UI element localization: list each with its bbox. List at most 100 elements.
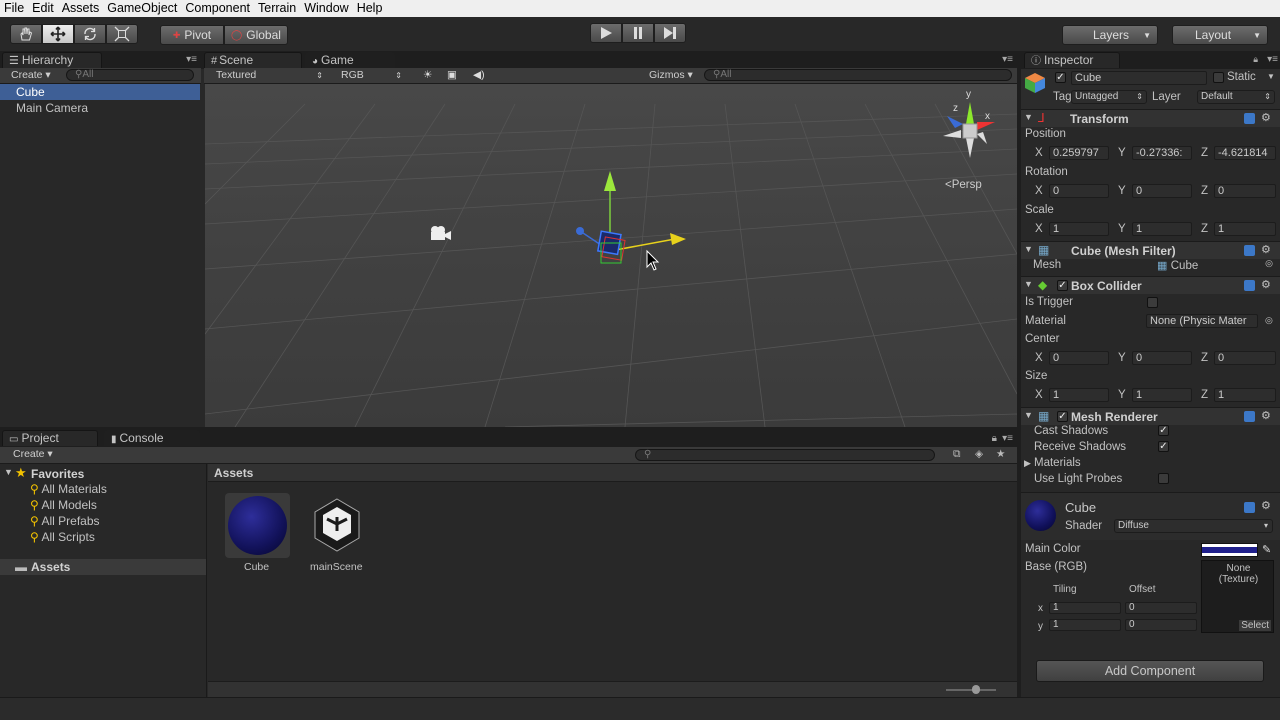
box-collider-header[interactable]: ▼ ◆ ✓ Box Collider ⚙ bbox=[1021, 276, 1280, 294]
list-item[interactable]: ⚲ All Scripts bbox=[30, 530, 95, 544]
scale-x-field[interactable]: 1 bbox=[1049, 222, 1109, 236]
move-tool-button[interactable] bbox=[42, 24, 74, 44]
menu-edit[interactable]: Edit bbox=[28, 0, 58, 17]
rotation-z-field[interactable]: 0 bbox=[1214, 184, 1276, 198]
gear-icon[interactable]: ⚙ bbox=[1261, 243, 1271, 256]
mesh-renderer-header[interactable]: ▼ ▦ ✓ Mesh Renderer ⚙ bbox=[1021, 407, 1280, 425]
audio-toggle-icon[interactable]: ◀) bbox=[470, 69, 485, 82]
rotation-x-field[interactable]: 0 bbox=[1049, 184, 1109, 198]
zoom-slider-track[interactable] bbox=[946, 689, 996, 691]
expand-arrow-icon[interactable]: ▼ bbox=[4, 467, 13, 477]
hierarchy-search-input[interactable]: ⚲All bbox=[66, 69, 194, 81]
eyedropper-icon[interactable]: ✎ bbox=[1262, 543, 1271, 556]
help-icon[interactable] bbox=[1244, 245, 1255, 256]
panel-menu-icon[interactable]: ▾≡ bbox=[1267, 54, 1278, 65]
filter-label-icon[interactable]: ◈ bbox=[972, 448, 983, 461]
scale-z-field[interactable]: 1 bbox=[1214, 222, 1276, 236]
center-x-field[interactable]: 0 bbox=[1049, 351, 1109, 365]
tab-console[interactable]: ▮ Console bbox=[104, 430, 200, 446]
tab-hierarchy[interactable]: ☰ Hierarchy bbox=[2, 52, 102, 68]
menu-component[interactable]: Component bbox=[181, 0, 254, 17]
cast-shadows-checkbox[interactable]: ✓ bbox=[1158, 425, 1169, 436]
tab-scene[interactable]: # Scene bbox=[204, 52, 302, 68]
tiling-y-field[interactable]: 1 bbox=[1049, 619, 1121, 631]
menu-terrain[interactable]: Terrain bbox=[254, 0, 300, 17]
add-component-button[interactable]: Add Component bbox=[1036, 660, 1264, 682]
center-z-field[interactable]: 0 bbox=[1214, 351, 1276, 365]
asset-mainscene-thumbnail[interactable] bbox=[306, 495, 368, 555]
menu-file[interactable]: File bbox=[0, 0, 28, 17]
layers-dropdown[interactable]: Layers ▼ bbox=[1062, 25, 1158, 45]
panel-menu-icon[interactable]: ▾≡ bbox=[186, 54, 197, 65]
collapse-arrow-icon[interactable]: ▼ bbox=[1024, 279, 1033, 289]
tiling-x-field[interactable]: 1 bbox=[1049, 602, 1121, 614]
transform-header[interactable]: ▼ ⅃ Transform ⚙ bbox=[1021, 109, 1280, 127]
collapse-arrow-icon[interactable]: ▼ bbox=[1024, 112, 1033, 122]
image-toggle-icon[interactable]: ▣ bbox=[444, 69, 457, 82]
menu-assets[interactable]: Assets bbox=[58, 0, 104, 17]
orientation-gizmo[interactable]: y x z bbox=[933, 89, 997, 162]
mesh-object-field[interactable]: ▦ Cube ◎ bbox=[1157, 258, 1277, 272]
static-checkbox[interactable] bbox=[1213, 72, 1224, 83]
help-icon[interactable] bbox=[1244, 113, 1255, 124]
box-collider-enabled-checkbox[interactable]: ✓ bbox=[1057, 280, 1068, 291]
color-mode-dropdown[interactable]: RGB ⇕ bbox=[338, 69, 406, 82]
position-z-field[interactable]: -4.621814 bbox=[1214, 146, 1276, 160]
list-item[interactable]: Main Camera bbox=[0, 100, 200, 116]
shader-dropdown[interactable]: Diffuse ▾ bbox=[1114, 519, 1273, 533]
scale-y-field[interactable]: 1 bbox=[1132, 222, 1192, 236]
pivot-toggle[interactable]: ✚ Pivot bbox=[160, 25, 224, 45]
tab-inspector[interactable]: ⓘ Inspector bbox=[1024, 52, 1120, 68]
chevron-down-icon[interactable]: ▼ bbox=[1267, 72, 1275, 81]
light-probes-checkbox[interactable] bbox=[1158, 473, 1169, 484]
list-item[interactable]: Cube bbox=[0, 84, 200, 100]
hierarchy-create-dropdown[interactable]: Create ▾ bbox=[8, 69, 51, 82]
texture-slot[interactable]: None (Texture) Select bbox=[1201, 560, 1274, 633]
render-mode-dropdown[interactable]: Textured ⇕ bbox=[213, 69, 327, 82]
step-button[interactable] bbox=[654, 23, 686, 43]
collapse-arrow-icon[interactable]: ▼ bbox=[1024, 410, 1033, 420]
object-name-field[interactable]: Cube bbox=[1071, 71, 1207, 85]
tag-dropdown[interactable]: Untagged ⇕ bbox=[1071, 90, 1147, 104]
active-checkbox[interactable]: ✓ bbox=[1055, 72, 1066, 83]
gear-icon[interactable]: ⚙ bbox=[1261, 409, 1271, 422]
scene-search-input[interactable]: ⚲All bbox=[704, 69, 1012, 81]
size-z-field[interactable]: 1 bbox=[1214, 388, 1276, 402]
rotation-y-field[interactable]: 0 bbox=[1132, 184, 1192, 198]
hand-tool-button[interactable] bbox=[10, 24, 42, 44]
menu-gameobject[interactable]: GameObject bbox=[103, 0, 181, 17]
asset-cube-thumbnail[interactable] bbox=[225, 493, 290, 558]
star-icon[interactable]: ★ bbox=[993, 448, 1005, 461]
expand-arrow-icon[interactable]: ▶ bbox=[1024, 458, 1031, 469]
menu-window[interactable]: Window bbox=[300, 0, 352, 17]
receive-shadows-checkbox[interactable]: ✓ bbox=[1158, 441, 1169, 452]
physic-material-field[interactable]: None (Physic Mater bbox=[1146, 314, 1258, 328]
asset-mainscene-label[interactable]: mainScene bbox=[310, 561, 363, 573]
persp-label[interactable]: <Persp bbox=[945, 179, 982, 191]
asset-cube-label[interactable]: Cube bbox=[244, 561, 269, 573]
materials-label[interactable]: Materials bbox=[1034, 457, 1081, 469]
move-gizmo[interactable] bbox=[576, 171, 686, 264]
favorites-label[interactable]: Favorites bbox=[31, 467, 84, 481]
panel-menu-icon[interactable]: ▾≡ bbox=[1002, 54, 1013, 65]
scale-tool-button[interactable] bbox=[106, 24, 138, 44]
help-icon[interactable] bbox=[1244, 502, 1255, 513]
size-y-field[interactable]: 1 bbox=[1132, 388, 1192, 402]
mesh-renderer-enabled-checkbox[interactable]: ✓ bbox=[1057, 411, 1068, 422]
lock-icon[interactable]: 🔒︎ bbox=[1253, 54, 1258, 65]
zoom-slider-handle[interactable] bbox=[972, 685, 980, 694]
offset-x-field[interactable]: 0 bbox=[1125, 602, 1197, 614]
global-toggle[interactable]: ◯ Global bbox=[224, 25, 288, 45]
lighting-toggle-icon[interactable]: ☀ bbox=[420, 69, 432, 82]
object-picker-icon[interactable]: ◎ bbox=[1265, 315, 1273, 326]
gear-icon[interactable]: ⚙ bbox=[1261, 278, 1271, 291]
gizmos-dropdown[interactable]: Gizmos ▾ bbox=[646, 69, 693, 82]
list-item[interactable]: ⚲ All Materials bbox=[30, 482, 107, 496]
size-x-field[interactable]: 1 bbox=[1049, 388, 1109, 402]
layer-dropdown[interactable]: Default ⇕ bbox=[1197, 90, 1275, 104]
help-icon[interactable] bbox=[1244, 280, 1255, 291]
rotate-tool-button[interactable] bbox=[74, 24, 106, 44]
list-item[interactable]: ⚲ All Models bbox=[30, 498, 97, 512]
layout-dropdown[interactable]: Layout ▼ bbox=[1172, 25, 1268, 45]
help-icon[interactable] bbox=[1244, 411, 1255, 422]
